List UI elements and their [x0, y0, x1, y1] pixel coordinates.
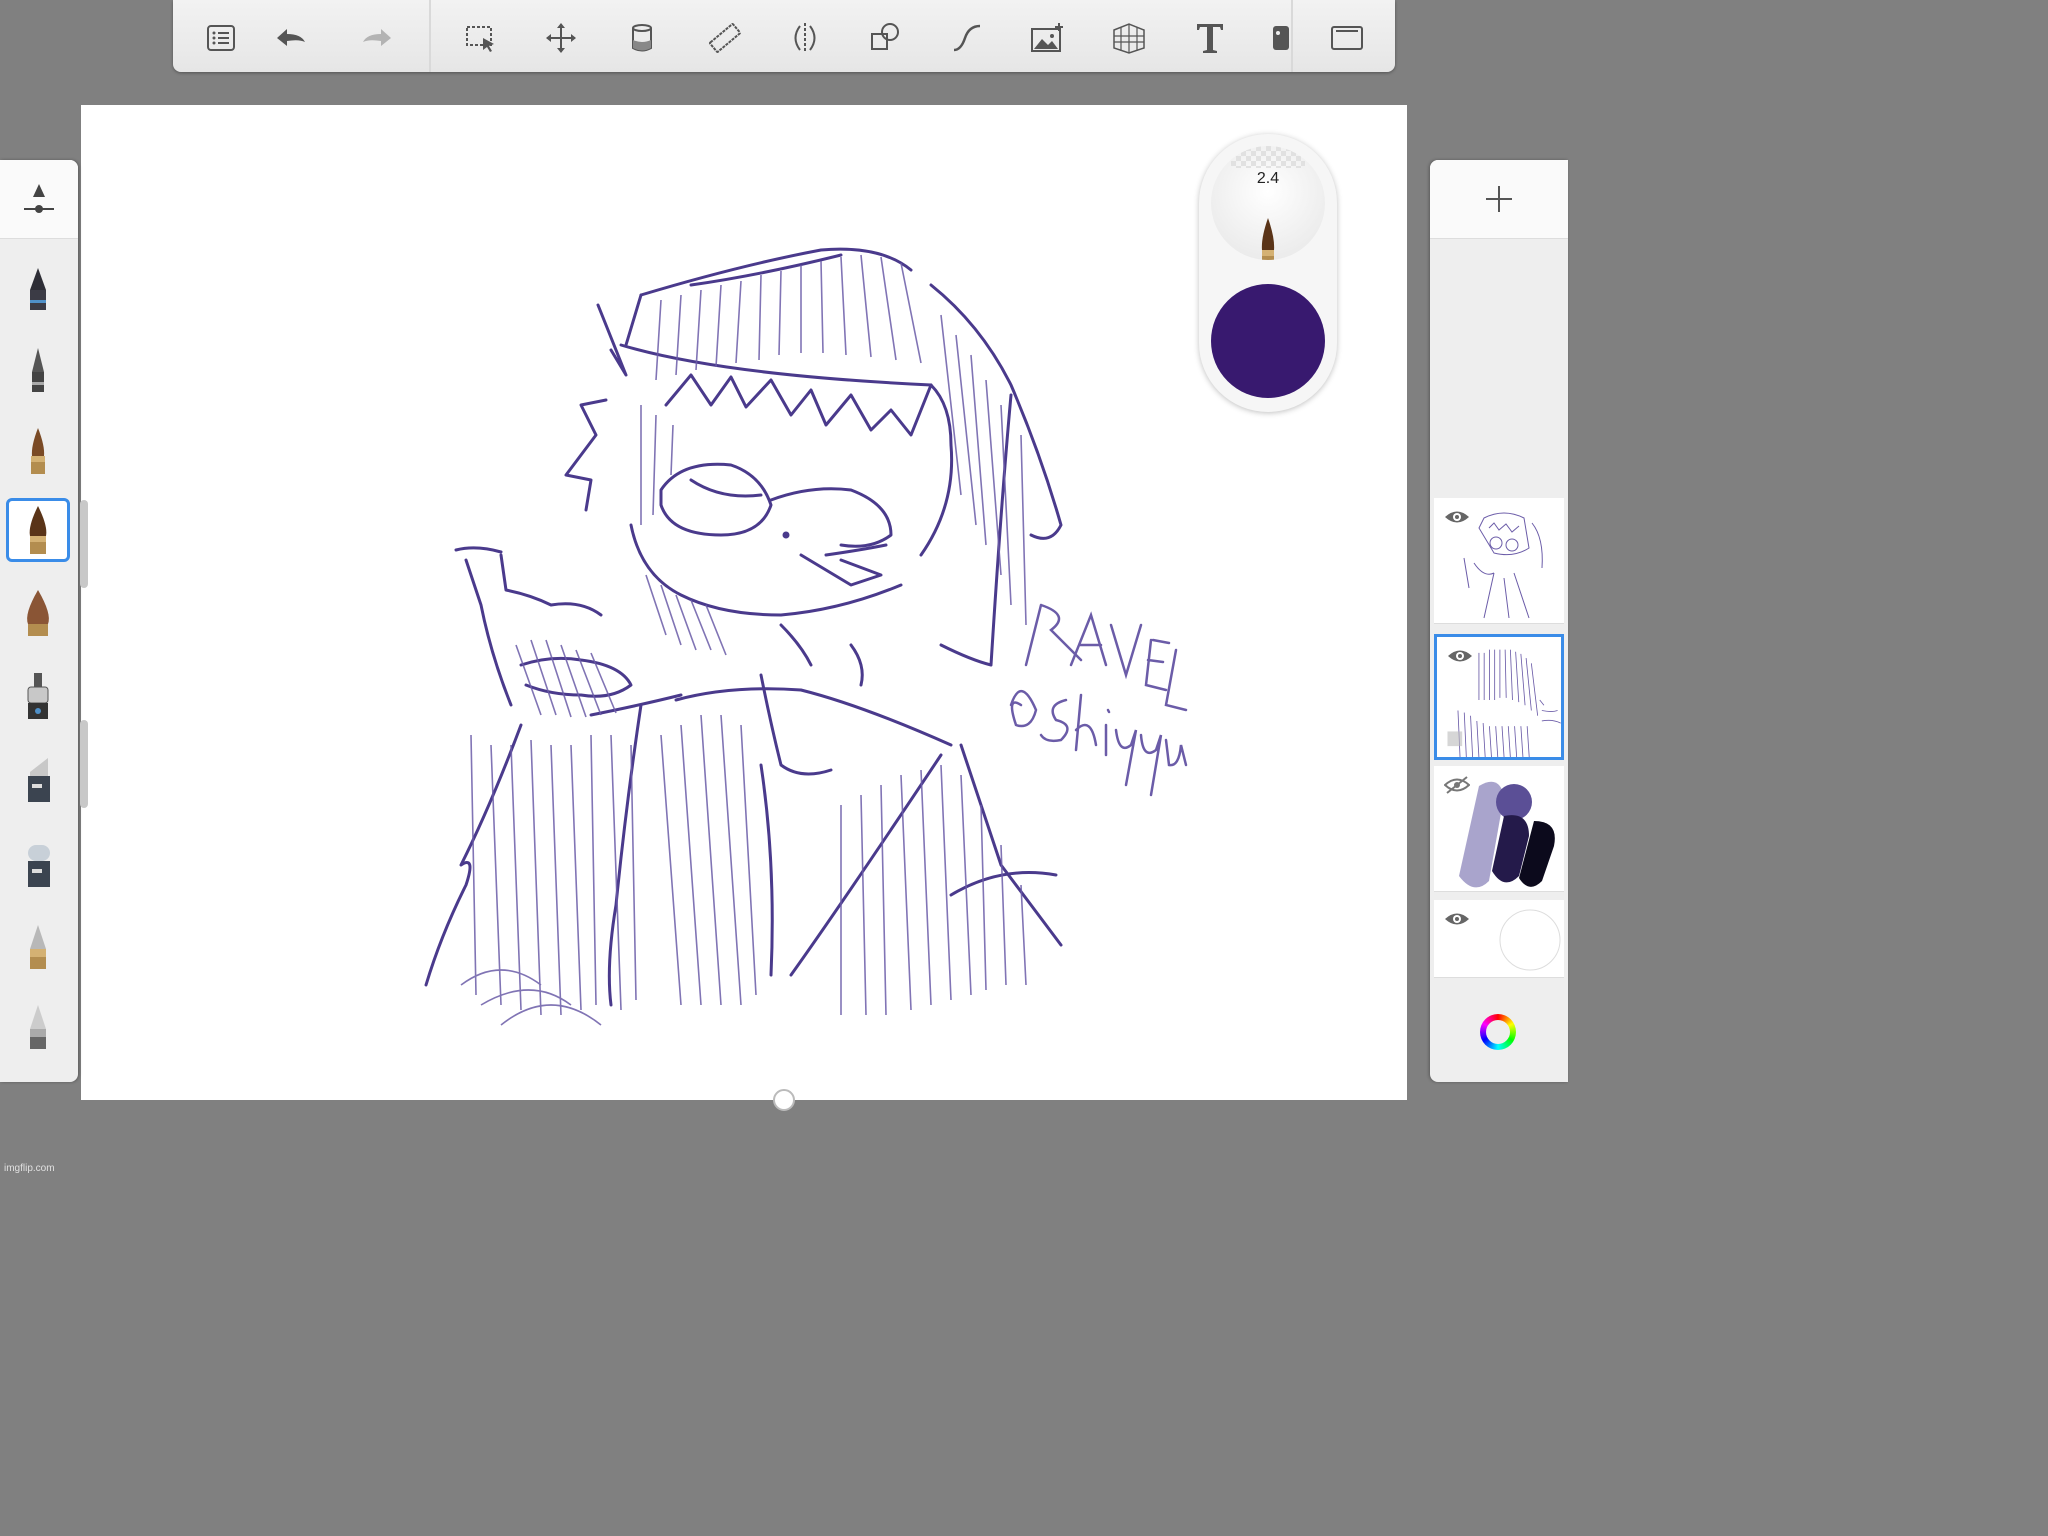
fine-brush-icon: [31, 428, 45, 474]
brush-smudge[interactable]: [6, 995, 70, 1059]
brush-fine-pen[interactable]: [6, 340, 70, 404]
brush-fine-brush[interactable]: [6, 420, 70, 484]
watermark: imgflip.com: [4, 1163, 55, 1174]
palette-scroll-tab[interactable]: [80, 720, 88, 808]
layer-panel: [1430, 160, 1568, 1082]
brush-puck: 2.4: [1199, 134, 1337, 412]
canvas-rotate-handle[interactable]: [773, 1089, 795, 1111]
eye-icon[interactable]: [1447, 647, 1473, 665]
brush-settings-button[interactable]: [0, 160, 78, 239]
image-icon[interactable]: [1025, 16, 1069, 60]
palette-scroll-tab[interactable]: [80, 500, 88, 588]
background-layer[interactable]: [1434, 900, 1564, 978]
perspective-icon[interactable]: [1107, 16, 1151, 60]
list-icon[interactable]: [199, 16, 243, 60]
brush-settings-icon: [24, 184, 54, 213]
add-layer-button[interactable]: [1430, 160, 1568, 239]
top-toolbar: [173, 0, 1395, 72]
brush-round-brush[interactable]: [6, 498, 70, 562]
smudge-icon: [30, 1005, 46, 1049]
eye-hidden-icon[interactable]: [1444, 776, 1470, 794]
brush-size-value: 2.4: [1256, 170, 1280, 187]
shapes-icon[interactable]: [863, 16, 907, 60]
pencil-icon: [30, 268, 46, 310]
eraser-icon: [28, 845, 50, 887]
eye-icon[interactable]: [1444, 508, 1470, 526]
redo-icon[interactable]: [355, 16, 399, 60]
fullscreen-icon[interactable]: [1325, 16, 1369, 60]
brush-palette: [0, 160, 78, 1082]
layer-3[interactable]: [1434, 766, 1564, 892]
color-swatch[interactable]: [1211, 284, 1325, 398]
layer-2[interactable]: [1434, 634, 1564, 760]
stamp-icon[interactable]: [1259, 16, 1303, 60]
stroke-icon[interactable]: [945, 16, 989, 60]
current-brush-icon: [1261, 218, 1275, 260]
text-icon[interactable]: [1188, 16, 1232, 60]
brush-flat-brush[interactable]: [6, 582, 70, 646]
blender-icon: [30, 925, 46, 969]
layer-1[interactable]: [1434, 498, 1564, 624]
undo-icon[interactable]: [269, 16, 313, 60]
brush-pencil[interactable]: [6, 260, 70, 324]
ruler-icon[interactable]: [703, 16, 747, 60]
brush-airbrush[interactable]: [6, 665, 70, 729]
brush-eraser[interactable]: [6, 833, 70, 897]
symmetry-icon[interactable]: [783, 16, 827, 60]
fine-pen-icon: [32, 348, 44, 392]
flat-brush-icon: [27, 590, 49, 636]
plus-icon: [1486, 186, 1512, 212]
eye-icon[interactable]: [1444, 910, 1470, 928]
selection-icon[interactable]: [459, 16, 503, 60]
brush-marker[interactable]: [6, 748, 70, 812]
round-brush-icon: [29, 506, 47, 554]
brush-size-control[interactable]: 2.4: [1211, 146, 1325, 260]
transform-icon[interactable]: [539, 16, 583, 60]
color-wheel-icon[interactable]: [1480, 1014, 1516, 1050]
airbrush-icon: [27, 673, 49, 719]
fill-icon[interactable]: [620, 16, 664, 60]
marker-icon: [28, 758, 50, 802]
brush-blender[interactable]: [6, 915, 70, 979]
